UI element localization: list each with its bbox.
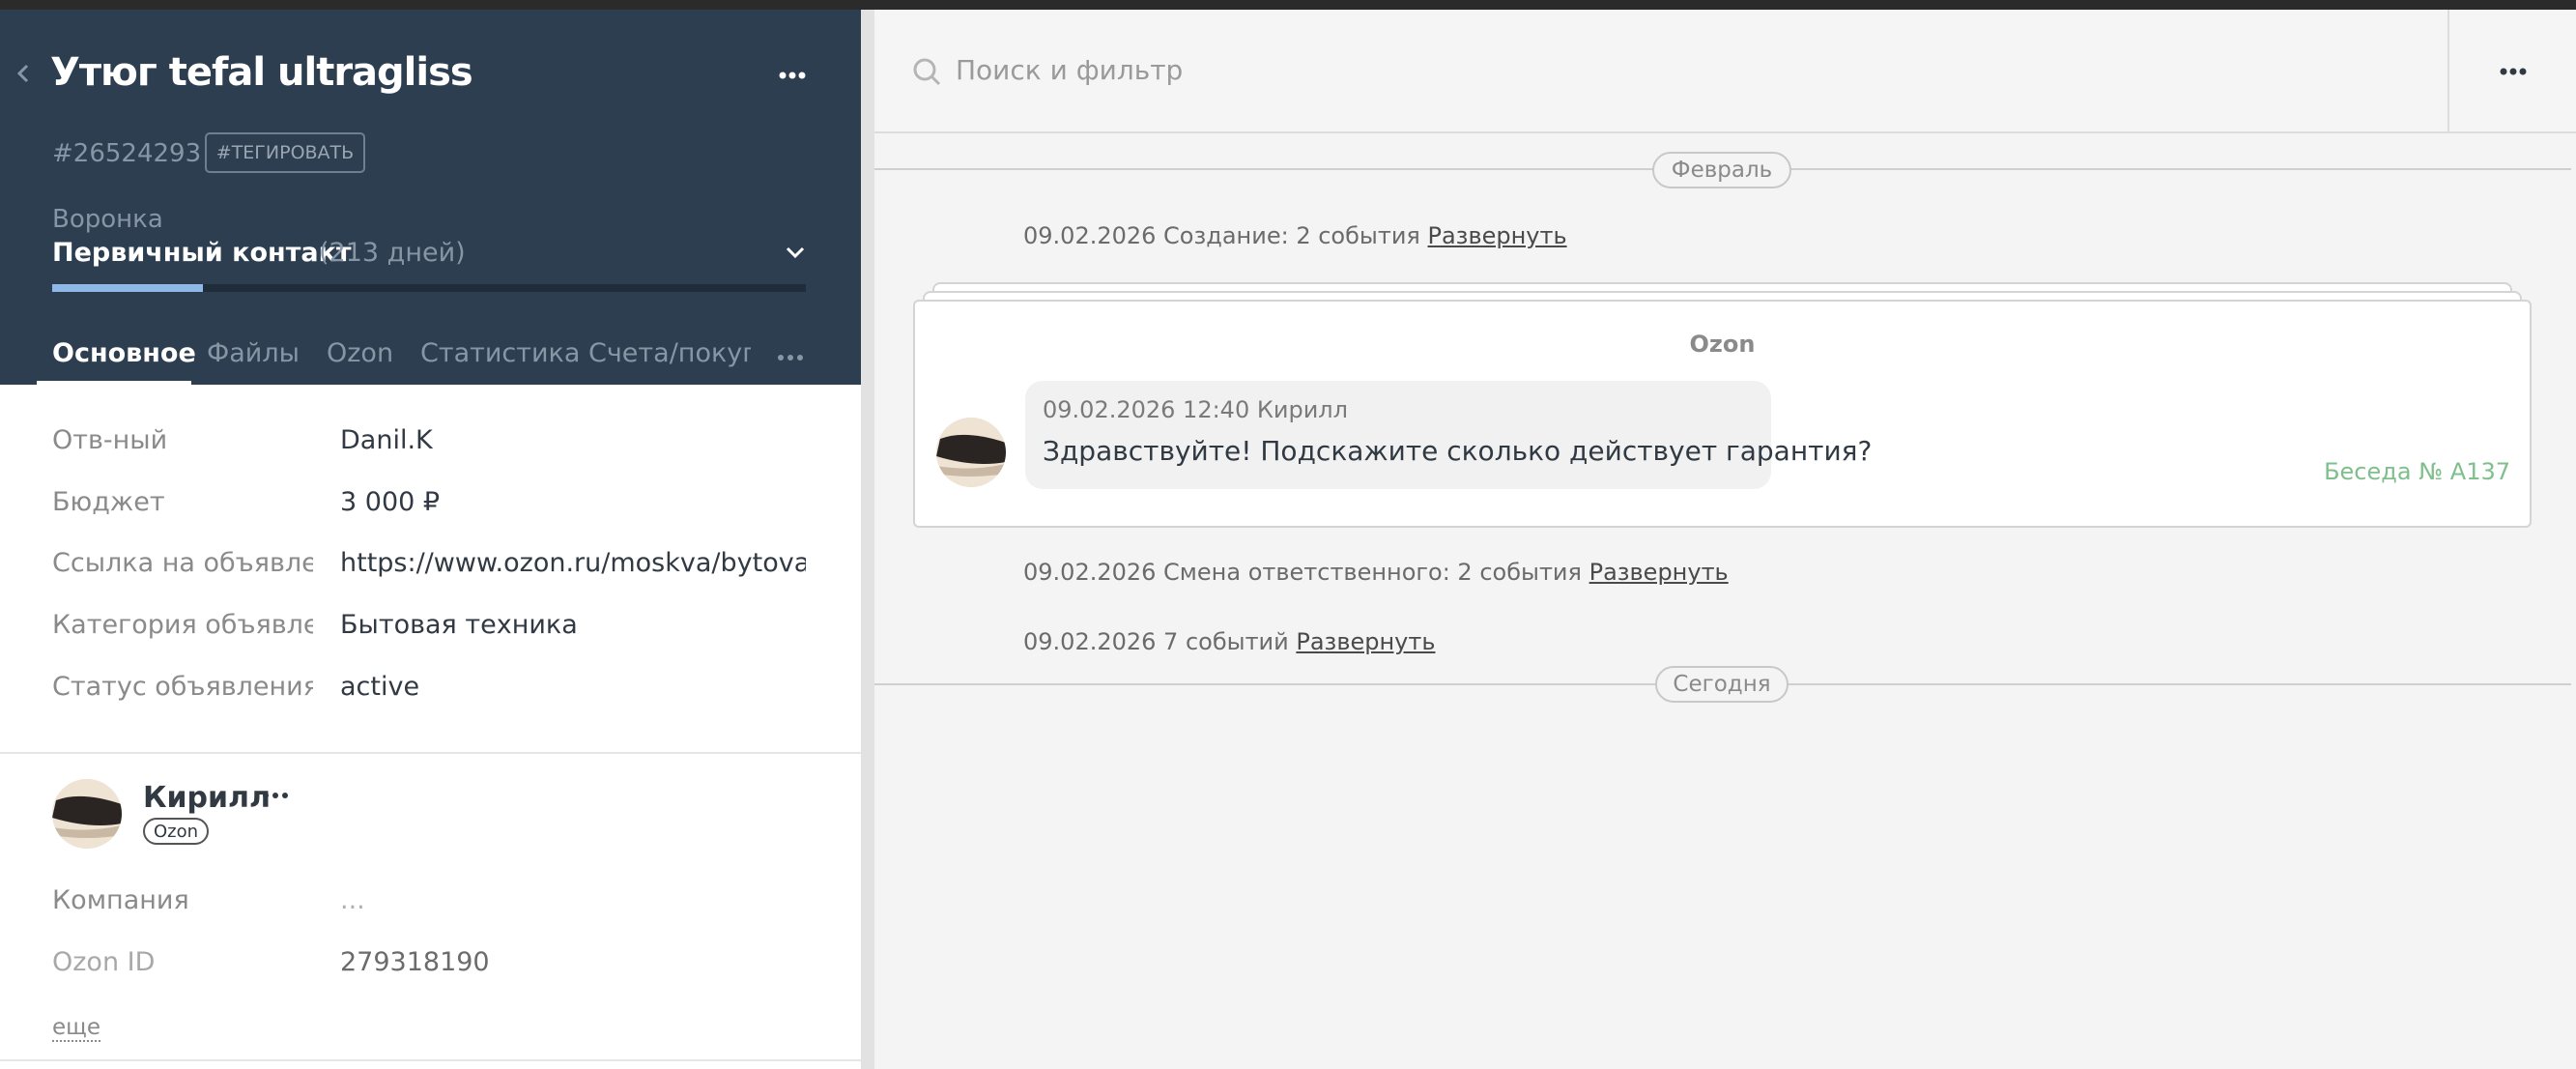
more-options-icon[interactable]	[773, 64, 812, 87]
lead-tabs: Основное Файлы Ozon Статистика Счета/пок…	[0, 329, 861, 385]
pipeline-stage[interactable]: Первичный контакт	[52, 238, 352, 268]
company-label: Компания	[52, 885, 189, 915]
today-divider-label: Сегодня	[1655, 666, 1789, 703]
tab-main[interactable]: Основное	[52, 338, 196, 368]
event-group-row: 09.02.2026 7 событий Развернуть	[1023, 628, 1435, 655]
tab-invoices[interactable]: Счета/покупки	[588, 338, 751, 368]
month-divider-label: Февраль	[1652, 152, 1791, 188]
chevron-down-icon[interactable]	[783, 244, 808, 261]
company-value[interactable]: ...	[340, 885, 806, 915]
conversation-link[interactable]: Беседа № A137	[2324, 458, 2510, 485]
contact-name[interactable]: Кирилл	[143, 781, 271, 815]
ozon-id-value[interactable]: 279318190	[340, 947, 806, 977]
contact-more-icon[interactable]	[261, 789, 290, 802]
avatar-image	[52, 779, 122, 849]
lead-id: #26524293	[52, 139, 202, 168]
event-group-text: 09.02.2026 Создание: 2 события	[1023, 222, 1428, 249]
responsible-label: Отв-ный	[52, 425, 168, 455]
pipeline-label: Воронка	[52, 205, 163, 234]
chat-source-label: Ozon	[1689, 331, 1756, 358]
lead-card-panel: Утюг tefal ultragliss #26524293 #ТЕГИРОВ…	[0, 10, 861, 1069]
more-tabs-icon[interactable]	[773, 350, 808, 365]
section-divider-bottom	[0, 1059, 861, 1061]
back-arrow-icon[interactable]	[15, 62, 31, 85]
message-bubble: 09.02.2026 12:40 Кирилл Здравствуйте! По…	[1025, 381, 1872, 489]
tag-button[interactable]: #ТЕГИРОВАТЬ	[205, 132, 365, 173]
ad-status-label: Статус объявления	[52, 672, 313, 702]
responsible-value[interactable]: Danil.K	[340, 425, 806, 455]
stage-progress-bar	[52, 284, 806, 292]
panel-splitter[interactable]	[861, 10, 874, 1069]
tab-files[interactable]: Файлы	[207, 338, 300, 368]
section-divider	[0, 752, 861, 754]
budget-label: Бюджет	[52, 487, 165, 517]
ad-link-value[interactable]: https://www.ozon.ru/moskva/bytovaya	[340, 548, 806, 578]
event-group-row: 09.02.2026 Смена ответственного: 2 событ…	[1023, 559, 1729, 586]
event-group-row: 09.02.2026 Создание: 2 события Развернут…	[1023, 222, 1567, 249]
lead-title[interactable]: Утюг tefal ultragliss	[50, 50, 473, 95]
ad-status-value[interactable]: active	[340, 672, 806, 702]
message-text: Здравствуйте! Подскажите сколько действу…	[1043, 435, 1873, 467]
search-icon[interactable]	[911, 56, 944, 89]
expand-link[interactable]: Развернуть	[1296, 628, 1435, 655]
expand-link[interactable]: Развернуть	[1428, 222, 1567, 249]
budget-value[interactable]: 3 000 ₽	[340, 487, 806, 517]
search-separator	[2447, 10, 2449, 133]
ozon-id-label: Ozon ID	[52, 947, 156, 977]
stage-progress-fill	[52, 284, 203, 292]
ad-category-value[interactable]: Бытовая техника	[340, 610, 806, 640]
search-input[interactable]	[956, 50, 1922, 89]
avatar-image	[936, 418, 1006, 487]
window-top-bar	[0, 0, 2576, 10]
lead-header: Утюг tefal ultragliss #26524293 #ТЕГИРОВ…	[0, 10, 861, 385]
tab-ozon[interactable]: Ozon	[327, 338, 393, 368]
ad-category-label: Категория объявления	[52, 610, 313, 640]
pipeline-days: (213 дней)	[319, 238, 466, 268]
chat-message-card[interactable]: Ozon 09.02.2026 12:40 Кирилл Здравствуйт…	[913, 300, 2532, 528]
event-group-text: 09.02.2026 7 событий	[1023, 628, 1297, 655]
feed-more-icon[interactable]	[2494, 64, 2533, 79]
feed-search-bar	[874, 10, 2576, 133]
contact-source-badge: Ozon	[143, 818, 210, 845]
message-meta: 09.02.2026 12:40 Кирилл	[1043, 396, 1348, 423]
show-more-link[interactable]: еще	[52, 1015, 100, 1042]
tab-statistics[interactable]: Статистика	[420, 338, 580, 368]
event-group-text: 09.02.2026 Смена ответственного: 2 событ…	[1023, 559, 1589, 586]
contact-avatar[interactable]	[52, 779, 122, 849]
active-tab-indicator	[37, 381, 191, 385]
message-avatar[interactable]	[936, 418, 1006, 487]
ad-link-label: Ссылка на объявление	[52, 548, 313, 578]
expand-link[interactable]: Развернуть	[1589, 559, 1729, 586]
